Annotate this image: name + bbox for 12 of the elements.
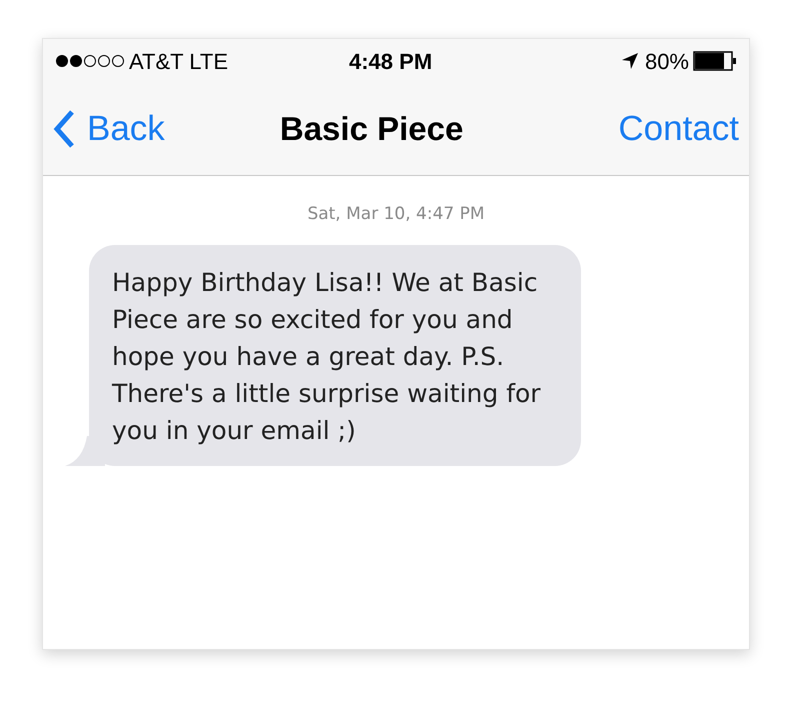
location-arrow-icon (620, 52, 639, 70)
battery-percent: 80% (644, 48, 689, 76)
message-timestamp: Sat, Mar 10, 4:47 PM (307, 203, 485, 226)
bubble-tail-icon (65, 436, 105, 466)
battery-icon (693, 51, 737, 71)
carrier-label: AT&T LTE (129, 48, 230, 76)
back-button[interactable]: Back (53, 102, 165, 156)
contact-button[interactable]: Contact (618, 102, 739, 156)
clock-time: 4:48 PM (349, 48, 432, 76)
chevron-left-icon (53, 109, 75, 149)
signal-icon (55, 54, 125, 68)
conversation-title: Basic Piece (280, 109, 464, 150)
